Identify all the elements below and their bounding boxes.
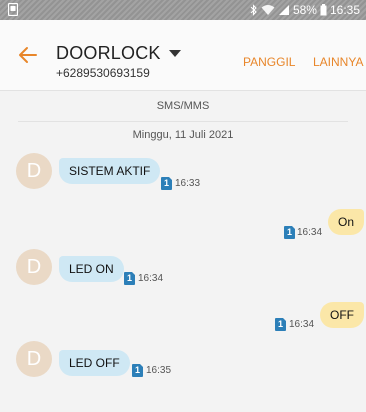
- back-arrow-icon[interactable]: [18, 46, 42, 66]
- channel-label: SMS/MMS: [156, 100, 210, 112]
- notification-icon: [8, 3, 18, 16]
- call-button[interactable]: PANGGIL: [243, 55, 295, 69]
- message-time: 16:33: [175, 178, 201, 189]
- message-bubble-incoming[interactable]: LED ON: [59, 256, 124, 282]
- contact-name: DOORLOCK: [56, 43, 161, 63]
- more-button[interactable]: LAINNYA: [313, 55, 363, 69]
- bluetooth-icon: [250, 4, 258, 16]
- message-bubble-incoming[interactable]: LED OFF: [59, 350, 130, 376]
- contact-name-dropdown[interactable]: DOORLOCK: [56, 43, 181, 64]
- sim-badge: 1: [275, 318, 286, 331]
- message-time: 16:34: [297, 227, 323, 238]
- battery-icon: [320, 4, 327, 16]
- battery-percent: 58%: [292, 3, 317, 17]
- date-separator: Minggu, 11 Juli 2021: [132, 129, 234, 141]
- message-bubble-outgoing[interactable]: OFF: [320, 302, 364, 328]
- sim-badge: 1: [161, 177, 172, 190]
- channel-divider: [18, 121, 348, 122]
- message-bubble-outgoing[interactable]: On: [328, 209, 365, 235]
- header-divider: [0, 90, 366, 91]
- avatar[interactable]: D: [16, 249, 52, 285]
- avatar[interactable]: D: [16, 341, 52, 377]
- signal-icon: [278, 4, 290, 16]
- message-time: 16:34: [138, 273, 164, 284]
- message-bubble-incoming[interactable]: SISTEM AKTIF: [59, 158, 161, 184]
- message-time: 16:35: [146, 365, 172, 376]
- wifi-icon: [261, 4, 275, 16]
- sim-badge: 1: [124, 272, 135, 285]
- sim-badge: 1: [284, 226, 295, 239]
- avatar[interactable]: D: [16, 153, 52, 189]
- sim-badge: 1: [132, 364, 143, 377]
- conversation-header: DOORLOCK +6289530693159 PANGGIL LAINNYA: [0, 20, 366, 90]
- chevron-down-icon: [168, 50, 181, 57]
- message-time: 16:34: [289, 319, 315, 330]
- status-bar: 58% 16:35: [0, 0, 366, 20]
- contact-number: +6289530693159: [56, 66, 150, 80]
- status-time: 16:35: [329, 3, 360, 17]
